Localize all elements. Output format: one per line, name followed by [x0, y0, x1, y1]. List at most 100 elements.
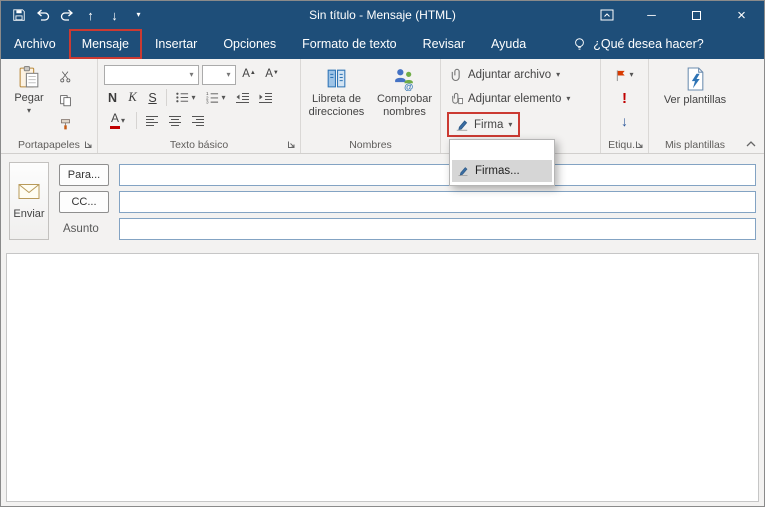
- italic-button[interactable]: K: [124, 88, 141, 108]
- bold-button[interactable]: N: [104, 88, 121, 108]
- cc-input[interactable]: [120, 192, 755, 212]
- group-texto-basico: ▾ ▾ A ▲ A ▼ N K S ▾ 1 2 3 ▾ A ▾ Texto bá…: [98, 59, 301, 153]
- signature-button[interactable]: Firma ▾: [451, 114, 516, 135]
- save-button[interactable]: [7, 3, 30, 27]
- subject-input[interactable]: [120, 219, 755, 239]
- cut-icon: [59, 70, 70, 82]
- menu-item-firmas[interactable]: Firmas...: [452, 160, 552, 182]
- view-templates-button[interactable]: Ver plantillas: [653, 64, 737, 137]
- to-input[interactable]: [120, 165, 755, 185]
- collapse-ribbon-button[interactable]: [745, 140, 757, 148]
- format-painter-button[interactable]: [55, 114, 75, 134]
- paste-button[interactable]: Pegar ▾: [8, 63, 50, 137]
- paperclip-icon: [451, 68, 460, 81]
- follow-up-flag-button[interactable]: ▾: [609, 65, 641, 85]
- signatures-item-icon: [458, 167, 468, 176]
- attach-item-button[interactable]: Adjuntar elemento ▾: [447, 88, 574, 109]
- group-portapapeles: Pegar ▾ Portapapeles: [1, 59, 98, 153]
- font-name-combo[interactable]: ▾: [104, 64, 199, 85]
- signature-label: Firma: [474, 118, 504, 131]
- separator: [166, 89, 167, 106]
- to-field: [119, 164, 756, 186]
- attach-file-button[interactable]: Adjuntar archivo ▾: [447, 64, 564, 85]
- paste-icon: [19, 66, 38, 88]
- chevron-down-icon: ▾: [508, 119, 513, 129]
- signature-pen-icon: [456, 119, 468, 131]
- copy-button[interactable]: [55, 90, 75, 110]
- tell-me-label: ¿Qué desea hacer?: [593, 37, 704, 51]
- down-arrow-icon: ↓: [111, 7, 118, 23]
- tab-insertar[interactable]: Insertar: [142, 29, 210, 59]
- align-right-button[interactable]: [188, 111, 208, 131]
- underline-button[interactable]: S: [144, 88, 161, 108]
- align-right-icon: [192, 115, 204, 126]
- high-importance-icon: !: [622, 89, 627, 107]
- tab-ayuda[interactable]: Ayuda: [478, 29, 539, 59]
- tab-formato-de-texto[interactable]: Formato de texto: [289, 29, 410, 59]
- bullets-button[interactable]: ▾: [172, 88, 199, 108]
- tab-revisar[interactable]: Revisar: [410, 29, 478, 59]
- decrease-indent-icon: [235, 92, 249, 103]
- group-incluir: Adjuntar archivo ▾ Adjuntar elemento ▾ F…: [441, 59, 601, 186]
- tab-archivo[interactable]: Archivo: [1, 29, 69, 59]
- increase-indent-button[interactable]: [255, 88, 275, 108]
- send-label: Enviar: [13, 207, 45, 220]
- chevron-down-icon: ▾: [121, 115, 126, 125]
- chevron-down-icon: ▾: [26, 105, 31, 115]
- font-row: ▾ ▾ A ▲ A ▼: [104, 63, 296, 86]
- tab-mensaje[interactable]: Mensaje: [69, 29, 142, 59]
- minimize-button[interactable]: ─: [629, 1, 674, 29]
- signature-dropdown-menu: Firmas...: [449, 139, 555, 186]
- ribbon-display-options-button[interactable]: [584, 1, 629, 29]
- message-body[interactable]: [6, 253, 759, 502]
- redo-button[interactable]: [55, 3, 78, 27]
- align-left-button[interactable]: [142, 111, 162, 131]
- undo-button[interactable]: [31, 3, 54, 27]
- group-label-nombres: Nombres: [349, 139, 392, 151]
- high-importance-button[interactable]: !: [609, 88, 641, 108]
- shrink-font-button[interactable]: A ▼: [262, 65, 282, 85]
- redo-icon: [60, 9, 73, 21]
- basic-text-dialog-launcher[interactable]: [286, 139, 297, 150]
- maximize-button[interactable]: [674, 1, 719, 29]
- to-button[interactable]: Para...: [59, 164, 109, 186]
- tags-dialog-launcher[interactable]: [634, 139, 645, 150]
- low-importance-button[interactable]: ↓: [609, 111, 641, 131]
- font-color-button[interactable]: A ▾: [104, 111, 131, 131]
- font-size-combo[interactable]: ▾: [202, 64, 236, 85]
- tell-me-box[interactable]: ¿Qué desea hacer?: [565, 29, 712, 59]
- align-center-button[interactable]: [165, 111, 185, 131]
- chevron-down-icon: ▾: [136, 10, 141, 19]
- check-names-button[interactable]: @ Comprobar nombres: [372, 64, 438, 137]
- menu-item-firmas-label: Firmas...: [475, 165, 520, 177]
- titlebar: ↑ ↓ ▾ Sin título - Mensaje (HTML) ─ ×: [1, 1, 764, 29]
- group-mis-plantillas: Ver plantillas Mis plantillas: [649, 59, 741, 153]
- view-templates-icon: [687, 67, 703, 91]
- numbering-button[interactable]: 123 ▾: [202, 88, 229, 108]
- align-center-icon: [169, 115, 181, 126]
- customize-quick-access-button[interactable]: ▾: [127, 3, 150, 27]
- grow-font-button[interactable]: A ▲: [239, 65, 259, 85]
- close-button[interactable]: ×: [719, 1, 764, 29]
- tab-opciones[interactable]: Opciones: [210, 29, 289, 59]
- move-down-button[interactable]: ↓: [103, 3, 126, 27]
- clipboard-small-buttons: [55, 63, 75, 137]
- send-button[interactable]: Enviar: [9, 162, 49, 240]
- include-buttons: Adjuntar archivo ▾ Adjuntar elemento ▾ F…: [447, 64, 600, 137]
- address-book-button[interactable]: Libreta de direcciones: [304, 64, 370, 137]
- cut-button[interactable]: [55, 66, 75, 86]
- numbering-icon: 123: [206, 91, 219, 104]
- move-up-button[interactable]: ↑: [79, 3, 102, 27]
- close-icon: ×: [737, 6, 746, 24]
- clipboard-dialog-launcher[interactable]: [83, 139, 94, 150]
- message-header: Enviar Para... CC... Asunto: [1, 154, 764, 253]
- chevron-down-icon: ▾: [191, 92, 196, 102]
- separator: [136, 112, 137, 129]
- outlook-message-window: ↑ ↓ ▾ Sin título - Mensaje (HTML) ─ × Ar…: [0, 0, 765, 507]
- ribbon: Pegar ▾ Portapapeles ▾ ▾ A ▲ A ▼ N K S ▾…: [1, 59, 764, 186]
- cc-button[interactable]: CC...: [59, 191, 109, 213]
- group-nombres: Libreta de direcciones @ Comprobar nombr…: [301, 59, 441, 153]
- bullets-icon: [176, 92, 189, 103]
- decrease-indent-button[interactable]: [232, 88, 252, 108]
- chevron-up-icon: [746, 141, 756, 147]
